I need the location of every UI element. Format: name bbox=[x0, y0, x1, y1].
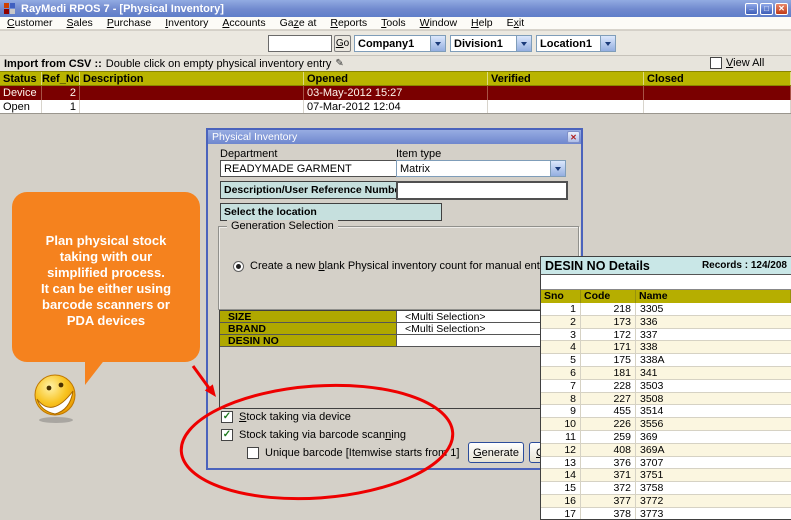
generation-selection-group: Generation Selection Create a new blank … bbox=[218, 220, 579, 310]
grid-row-desin-no[interactable]: DESIN NO bbox=[220, 335, 568, 347]
inventory-table-header: Status Ref_No Description Opened Verifie… bbox=[0, 71, 791, 86]
menu-item-reports[interactable]: Reports bbox=[323, 17, 374, 29]
csv-hint-text: Double click on empty physical inventory… bbox=[105, 57, 332, 70]
view-all-checkbox[interactable]: View All bbox=[710, 57, 764, 69]
go-button[interactable]: Go bbox=[334, 35, 351, 52]
desin-rows: 1 218 3305 2 173 336 3 172 337 4 171 338… bbox=[541, 303, 791, 519]
item-type-select[interactable]: Matrix bbox=[396, 160, 566, 177]
bubble-tail bbox=[85, 358, 106, 385]
physical-inventory-dialog: Physical Inventory ✕ Department Item typ… bbox=[206, 128, 589, 470]
chevron-down-icon[interactable] bbox=[550, 161, 565, 176]
list-item[interactable]: 10 226 3556 bbox=[541, 418, 791, 431]
menu-item-accounts[interactable]: Accounts bbox=[215, 17, 272, 29]
col-closed[interactable]: Closed bbox=[644, 72, 791, 85]
list-item[interactable]: 17 378 3773 bbox=[541, 507, 791, 519]
app-logo-icon bbox=[3, 2, 17, 15]
list-item[interactable]: 9 455 3514 bbox=[541, 405, 791, 419]
menu-item-gaze-at[interactable]: Gaze at bbox=[273, 17, 324, 29]
list-item[interactable]: 1 218 3305 bbox=[541, 303, 791, 316]
menu-item-inventory[interactable]: Inventory bbox=[158, 17, 215, 29]
list-item[interactable]: 8 227 3508 bbox=[541, 392, 791, 406]
list-item[interactable]: 15 372 3758 bbox=[541, 482, 791, 495]
col-opened[interactable]: Opened bbox=[304, 72, 488, 85]
col-verified[interactable]: Verified bbox=[488, 72, 644, 85]
col-name[interactable]: Name bbox=[636, 290, 791, 303]
records-count: Records : 124/208 bbox=[701, 260, 787, 271]
list-item[interactable]: 3 172 337 bbox=[541, 328, 791, 342]
col-status[interactable]: Status bbox=[0, 72, 42, 85]
dialog-title: Physical Inventory bbox=[212, 131, 298, 143]
panel-filter-row[interactable] bbox=[541, 275, 791, 290]
list-item[interactable]: 16 377 3772 bbox=[541, 494, 791, 508]
grid-row-brand[interactable]: BRAND <Multi Selection> bbox=[220, 323, 568, 335]
desin-no-details-panel: DESIN NO Details Records : 124/208 Sno C… bbox=[540, 256, 791, 520]
col-ref-no[interactable]: Ref_No bbox=[42, 72, 80, 85]
dialog-titlebar: Physical Inventory ✕ bbox=[208, 130, 581, 144]
division-select[interactable]: Division1 bbox=[450, 35, 532, 52]
list-item[interactable]: 6 181 341 bbox=[541, 366, 791, 380]
reference-field[interactable] bbox=[396, 181, 568, 200]
menu-item-sales[interactable]: Sales bbox=[60, 17, 100, 29]
list-item[interactable]: 14 371 3751 bbox=[541, 469, 791, 483]
list-item[interactable]: 7 228 3503 bbox=[541, 379, 791, 393]
maximize-button[interactable]: □ bbox=[760, 2, 773, 15]
col-description[interactable]: Description bbox=[80, 72, 304, 85]
close-button[interactable]: ✕ bbox=[775, 2, 788, 15]
import-csv-bar: Import from CSV :: Double click on empty… bbox=[0, 56, 791, 71]
menu-item-tools[interactable]: Tools bbox=[374, 17, 413, 29]
import-csv-label: Import from CSV :: bbox=[4, 57, 102, 70]
inventory-table: Status Ref_No Description Opened Verifie… bbox=[0, 71, 791, 114]
checkbox-icon bbox=[247, 447, 259, 459]
chevron-down-icon[interactable] bbox=[516, 36, 531, 51]
checkbox-icon bbox=[710, 57, 722, 69]
menu-item-exit[interactable]: Exit bbox=[500, 17, 532, 29]
col-code[interactable]: Code bbox=[581, 290, 636, 303]
edit-icon: ✎ bbox=[335, 58, 344, 69]
department-label: Department bbox=[220, 148, 278, 160]
menu-item-window[interactable]: Window bbox=[413, 17, 464, 29]
stock-taking-barcode-checkbox[interactable]: ✓ Stock taking via barcode scanning bbox=[221, 429, 406, 441]
panel-title: DESIN NO Details bbox=[545, 258, 650, 273]
group-label: Generation Selection bbox=[227, 220, 338, 232]
checkbox-icon: ✓ bbox=[221, 411, 233, 423]
grid-row-size[interactable]: SIZE <Multi Selection> bbox=[220, 311, 568, 323]
attribute-selection-grid: SIZE <Multi Selection> BRAND <Multi Sele… bbox=[219, 310, 569, 409]
item-type-label: Item type bbox=[396, 148, 442, 160]
company-select[interactable]: Company1 bbox=[354, 35, 446, 52]
dialog-close-button[interactable]: ✕ bbox=[567, 131, 580, 143]
toolbar: Go Company1 Division1 Location1 bbox=[0, 31, 791, 56]
menu-item-help[interactable]: Help bbox=[464, 17, 500, 29]
chevron-down-icon[interactable] bbox=[600, 36, 615, 51]
panel-column-header: Sno Code Name bbox=[541, 290, 791, 303]
chevron-down-icon[interactable] bbox=[430, 36, 445, 51]
radio-icon bbox=[233, 260, 244, 272]
minimize-button[interactable]: _ bbox=[745, 2, 758, 15]
list-item[interactable]: 5 175 338A bbox=[541, 354, 791, 367]
table-row-open[interactable]: Open 1 07-Mar-2012 12:04 bbox=[0, 100, 791, 114]
list-item[interactable]: 13 376 3707 bbox=[541, 456, 791, 470]
location-select[interactable]: Location1 bbox=[536, 35, 616, 52]
menu-bar: Customer Sales Purchase Inventory Accoun… bbox=[0, 17, 791, 30]
unique-barcode-checkbox[interactable]: Unique barcode [Itemwise starts from 1] bbox=[247, 447, 459, 459]
search-input[interactable] bbox=[268, 35, 332, 52]
menu-item-purchase[interactable]: Purchase bbox=[100, 17, 158, 29]
smiley-icon bbox=[34, 374, 76, 423]
list-item[interactable]: 11 259 369 bbox=[541, 430, 791, 444]
list-item[interactable]: 2 173 336 bbox=[541, 315, 791, 329]
menu-item-customer[interactable]: Customer bbox=[0, 17, 60, 29]
window-titlebar: RayMedi RPOS 7 - [Physical Inventory] _ … bbox=[0, 0, 791, 17]
app-window: RayMedi RPOS 7 - [Physical Inventory] _ … bbox=[0, 0, 791, 520]
tip-bubble: Plan physical stock taking with our simp… bbox=[12, 192, 200, 362]
generate-button[interactable]: Generate bbox=[468, 442, 524, 463]
manual-entry-radio[interactable]: Create a new blank Physical inventory co… bbox=[233, 260, 549, 272]
window-title: RayMedi RPOS 7 - [Physical Inventory] bbox=[21, 2, 224, 15]
select-location-button[interactable]: Select the location bbox=[220, 203, 442, 221]
panel-header: DESIN NO Details Records : 124/208 bbox=[541, 257, 791, 275]
list-item[interactable]: 4 171 338 bbox=[541, 341, 791, 355]
checkbox-icon: ✓ bbox=[221, 429, 233, 441]
col-sno[interactable]: Sno bbox=[541, 290, 581, 303]
table-row-device[interactable]: Device 2 03-May-2012 15:27 bbox=[0, 86, 791, 100]
list-item[interactable]: 12 408 369A bbox=[541, 443, 791, 457]
stock-taking-device-checkbox[interactable]: ✓ Stock taking via device bbox=[221, 411, 351, 423]
